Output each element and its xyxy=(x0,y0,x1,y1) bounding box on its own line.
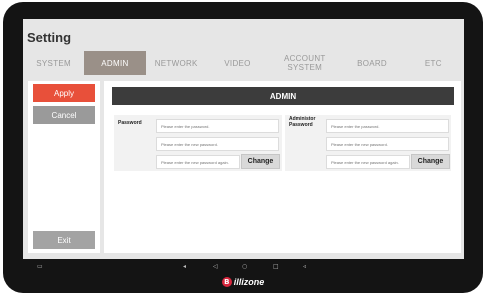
recents-icon[interactable]: □ xyxy=(273,261,279,272)
device-nav-bar: ▭ ◂ ◁ ○ □ ◃ xyxy=(23,261,464,272)
page-title: Setting xyxy=(27,30,72,45)
volume-up-icon[interactable]: ◃ xyxy=(303,261,306,272)
brand-name: illizone xyxy=(233,277,265,287)
app-screen: Setting SYSTEM ADMIN NETWORK VIDEO ACCOU… xyxy=(23,19,464,259)
screenshot-icon[interactable]: ▭ xyxy=(37,261,43,272)
cancel-button[interactable]: Cancel xyxy=(33,106,95,124)
new-password-field[interactable] xyxy=(156,137,279,151)
password-label: Password xyxy=(118,120,142,126)
confirm-password-field[interactable] xyxy=(156,155,240,169)
admin-new-password-field[interactable] xyxy=(326,137,449,151)
admin-panel: ADMIN Password Change Administor Passwor… xyxy=(104,81,461,253)
tab-admin[interactable]: ADMIN xyxy=(84,51,146,75)
admin-confirm-password-field[interactable] xyxy=(326,155,410,169)
tab-etc[interactable]: ETC xyxy=(402,51,464,75)
password-group: Password Change xyxy=(114,115,282,171)
apply-button[interactable]: Apply xyxy=(33,84,95,102)
tab-video[interactable]: VIDEO xyxy=(206,51,269,75)
admin-password-label: Administor Password xyxy=(289,116,316,128)
admin-change-password-button[interactable]: Change xyxy=(411,154,450,169)
tab-system[interactable]: SYSTEM xyxy=(23,51,85,75)
back-icon[interactable]: ◁ xyxy=(213,261,218,272)
brand-mark-icon: B xyxy=(221,277,232,287)
tab-bar: SYSTEM ADMIN NETWORK VIDEO ACCOUNT SYSTE… xyxy=(23,51,464,75)
current-password-field[interactable] xyxy=(156,119,279,133)
change-password-button[interactable]: Change xyxy=(241,154,280,169)
tab-account-system[interactable]: ACCOUNT SYSTEM xyxy=(268,51,342,75)
action-sidebar: Apply Cancel Exit xyxy=(28,81,100,253)
exit-button[interactable]: Exit xyxy=(33,231,95,249)
admin-current-password-field[interactable] xyxy=(326,119,449,133)
brand-logo: B illizone xyxy=(0,277,486,287)
panel-title: ADMIN xyxy=(112,87,454,105)
tab-network[interactable]: NETWORK xyxy=(145,51,207,75)
volume-down-icon[interactable]: ◂ xyxy=(183,261,186,272)
tab-board[interactable]: BOARD xyxy=(341,51,403,75)
admin-password-group: Administor Password Change xyxy=(285,115,451,171)
home-icon[interactable]: ○ xyxy=(242,261,247,272)
